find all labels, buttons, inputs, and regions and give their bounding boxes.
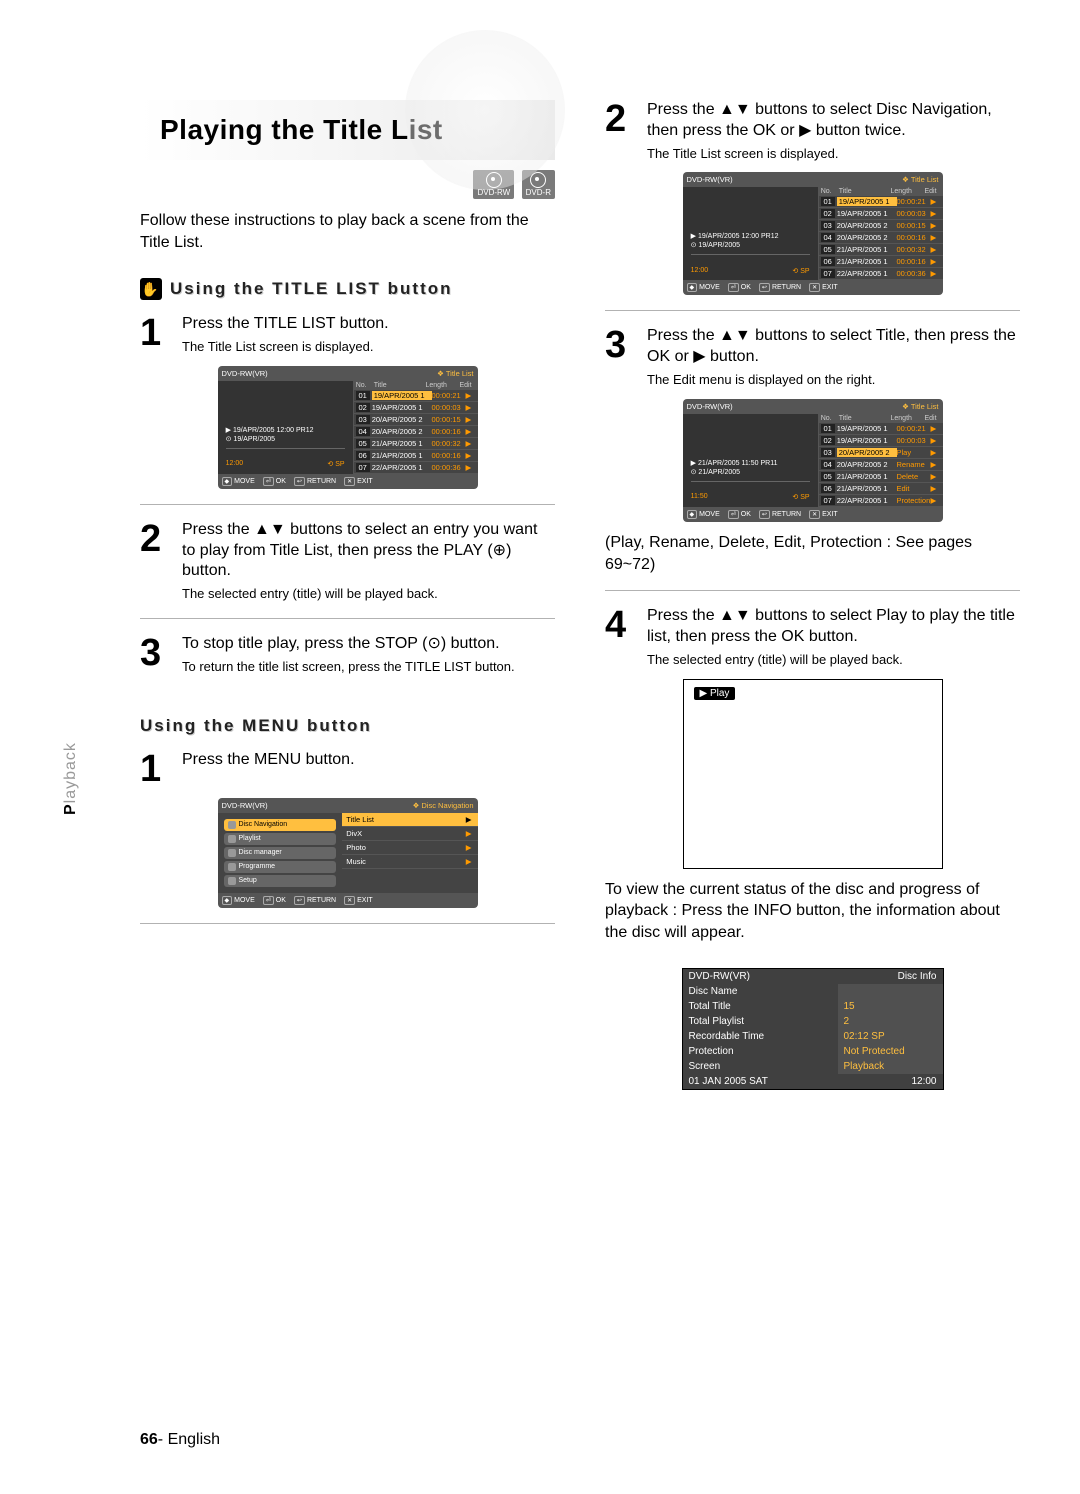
cross-reference: (Play, Rename, Delete, Edit, Protection …	[605, 532, 1020, 575]
right-step-4: 4 Press the ▲▼ buttons to select Play to…	[605, 606, 1020, 668]
osd-disc-navigation: DVD-RW(VR)❖ Disc Navigation Disc Navigat…	[218, 798, 478, 908]
osd-title-list-2: DVD-RW(VR)❖ Title List ▶ 19/APR/2005 12:…	[683, 172, 943, 295]
step-3: 3 To stop title play, press the STOP (⊙)…	[140, 634, 555, 676]
disc-type-icons: DVD-RW DVD-R	[140, 170, 555, 200]
section-heading-title-list: ✋Using the TITLE LIST button	[140, 278, 555, 300]
step-1: 1 Press the TITLE LIST button. The Title…	[140, 314, 555, 356]
osd-title-list: DVD-RW(VR)❖ Title List ▶ 19/APR/2005 12:…	[218, 366, 478, 489]
page-title: Playing the Title List	[140, 100, 555, 160]
right-step-2: 2 Press the ▲▼ buttons to select Disc Na…	[605, 100, 1020, 162]
page-footer: 66- English	[140, 1431, 220, 1449]
disc-art-icon	[405, 30, 565, 190]
step-2: 2 Press the ▲▼ buttons to select an entr…	[140, 520, 555, 603]
osd-edit-menu: DVD-RW(VR)❖ Title List ▶ 21/APR/2005 11:…	[683, 399, 943, 522]
intro-text: Follow these instructions to play back a…	[140, 210, 555, 253]
section-heading-menu: Using the MENU button	[140, 716, 555, 736]
section-tab: Playback	[62, 742, 80, 815]
disc-info-table: DVD-RW(VR)Disc Info Disc NameTotal Title…	[682, 968, 944, 1090]
menu-step-1: 1 Press the MENU button.	[140, 750, 555, 788]
play-preview-box: ▶ Play	[683, 679, 943, 869]
right-step-3: 3 Press the ▲▼ buttons to select Title, …	[605, 326, 1020, 388]
info-tip: To view the current status of the disc a…	[605, 879, 1020, 944]
hand-icon: ✋	[140, 278, 162, 300]
